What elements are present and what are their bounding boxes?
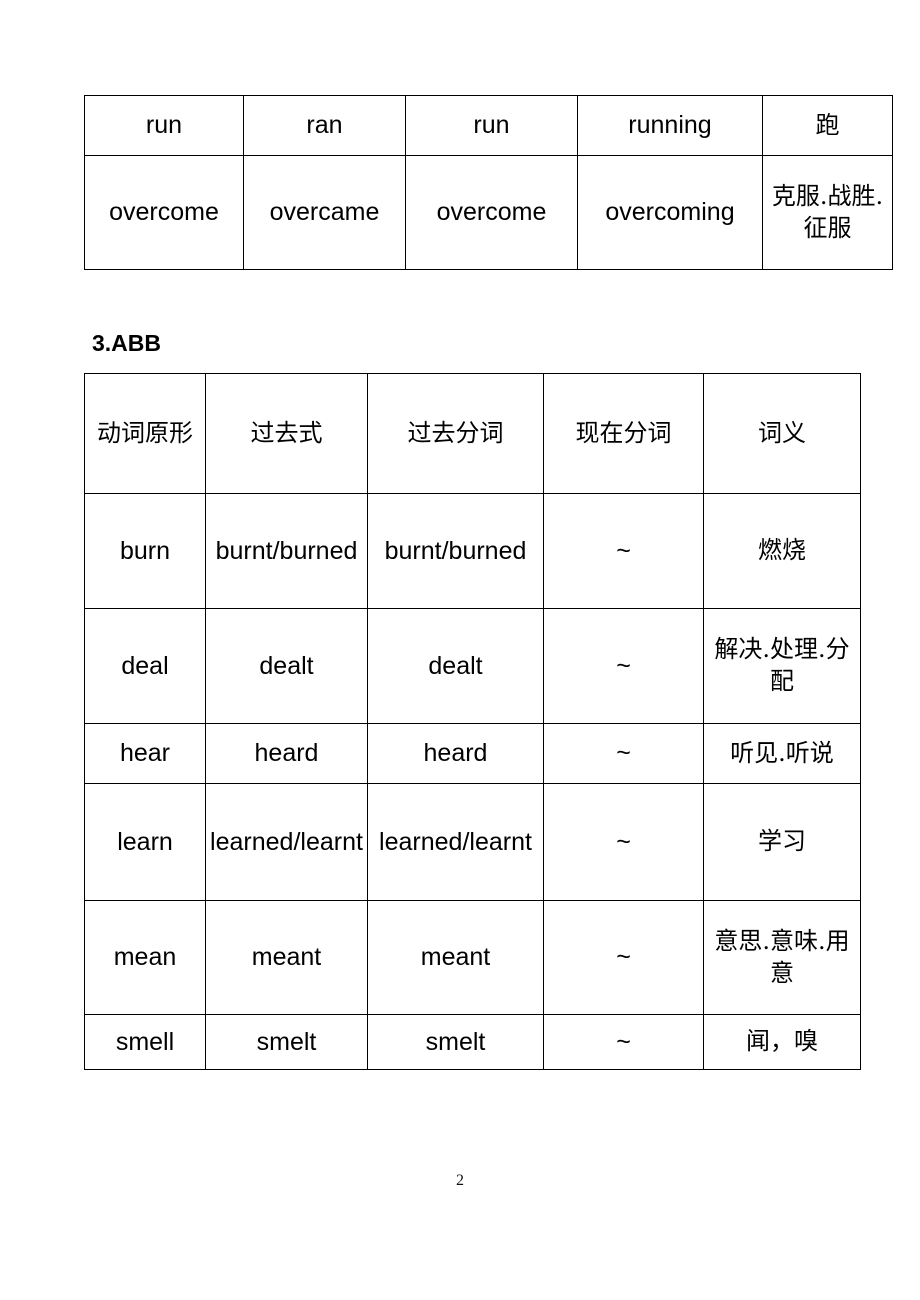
cell-base: deal [84, 608, 206, 724]
table-row: hear heard heard ~ 听见.听说 [84, 723, 861, 784]
cell-past-participle: heard [367, 723, 544, 784]
cell-present-participle: ~ [543, 1014, 704, 1070]
cell-base: hear [84, 723, 206, 784]
cell-past: meant [205, 900, 368, 1015]
cell-base: learn [84, 783, 206, 901]
table-header-row: 动词原形 过去式 过去分词 现在分词 词义 [84, 373, 861, 494]
header-present-participle: 现在分词 [543, 373, 704, 494]
header-past: 过去式 [205, 373, 368, 494]
cell-past: smelt [205, 1014, 368, 1070]
cell-present-participle: ~ [543, 900, 704, 1015]
cell-past: learned/learnt [205, 783, 368, 901]
cell-meaning: 解决.处理.分配 [703, 608, 861, 724]
cell-present-participle: ~ [543, 723, 704, 784]
table-row: mean meant meant ~ 意思.意味.用意 [84, 900, 861, 1015]
cell-base: mean [84, 900, 206, 1015]
cell-past-participle: smelt [367, 1014, 544, 1070]
cell-present-participle: ~ [543, 493, 704, 609]
cell-meaning: 闻，嗅 [703, 1014, 861, 1070]
header-base: 动词原形 [84, 373, 206, 494]
cell-base: smell [84, 1014, 206, 1070]
table-row: deal dealt dealt ~ 解决.处理.分配 [84, 608, 861, 724]
cell-base: burn [84, 493, 206, 609]
cell-past: burnt/burned [205, 493, 368, 609]
cell-present-participle: running [577, 95, 763, 156]
verb-forms-continuation-table: run ran run running 跑 overcome overcame … [84, 95, 893, 270]
cell-meaning: 学习 [703, 783, 861, 901]
cell-meaning: 克服.战胜.征服 [762, 155, 893, 270]
section-heading: 3.ABB [92, 330, 162, 356]
document-page: run ran run running 跑 overcome overcame … [0, 0, 920, 1300]
cell-past-participle: meant [367, 900, 544, 1015]
cell-meaning: 意思.意味.用意 [703, 900, 861, 1015]
table-row: burn burnt/burned burnt/burned ~ 燃烧 [84, 493, 861, 609]
cell-past-participle: dealt [367, 608, 544, 724]
cell-past-participle: burnt/burned [367, 493, 544, 609]
cell-meaning: 跑 [762, 95, 893, 156]
cell-base: run [84, 95, 244, 156]
cell-past: overcame [243, 155, 406, 270]
cell-past-participle: overcome [405, 155, 578, 270]
cell-past: dealt [205, 608, 368, 724]
cell-past-participle: run [405, 95, 578, 156]
table-row: overcome overcame overcome overcoming 克服… [84, 155, 893, 270]
table-row: learn learned/learnt learned/learnt ~ 学习 [84, 783, 861, 901]
cell-past-participle: learned/learnt [367, 783, 544, 901]
cell-past: ran [243, 95, 406, 156]
cell-meaning: 燃烧 [703, 493, 861, 609]
cell-present-participle: overcoming [577, 155, 763, 270]
table-row: run ran run running 跑 [84, 95, 893, 156]
cell-present-participle: ~ [543, 608, 704, 724]
page-number: 2 [456, 1172, 464, 1189]
cell-present-participle: ~ [543, 783, 704, 901]
cell-base: overcome [84, 155, 244, 270]
header-meaning: 词义 [703, 373, 861, 494]
cell-meaning: 听见.听说 [703, 723, 861, 784]
cell-past: heard [205, 723, 368, 784]
abb-verb-forms-table: 动词原形 过去式 过去分词 现在分词 词义 burn burnt/burned … [84, 373, 861, 1070]
table-row: smell smelt smelt ~ 闻，嗅 [84, 1014, 861, 1070]
header-past-participle: 过去分词 [367, 373, 544, 494]
